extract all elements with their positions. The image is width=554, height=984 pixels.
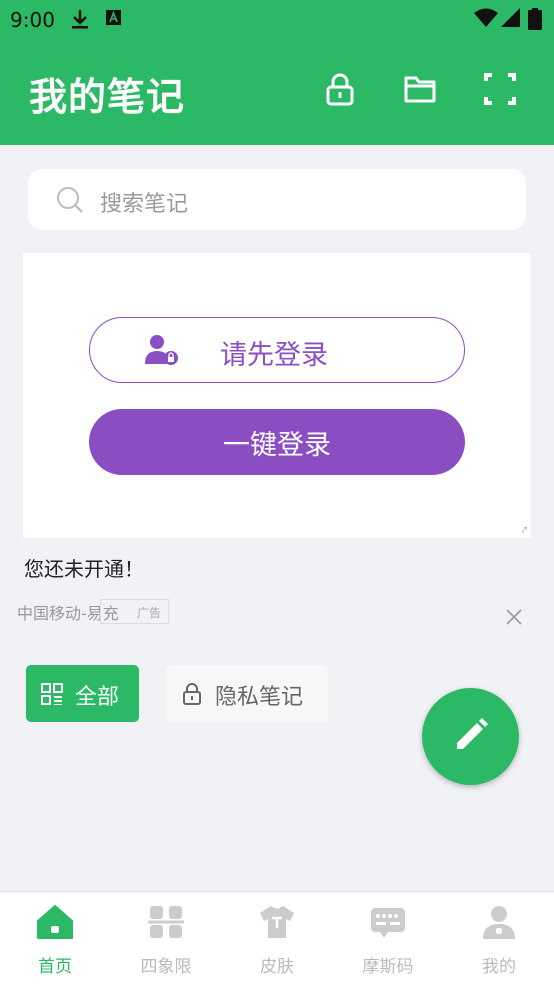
nav-morse[interactable]: 摩斯码 [333,892,443,984]
nav-mine-label: 我的 [482,957,516,977]
folder-icon [403,74,437,108]
morse-icon [370,904,406,944]
nav-mine[interactable]: 我的 [444,892,554,984]
nav-skin-label: 皮肤 [260,957,294,977]
nav-home-label: 首页 [38,957,72,977]
battery-icon [528,8,542,34]
scan-icon [484,73,516,109]
close-ad-icon[interactable] [505,608,523,630]
download-icon [70,8,90,34]
nav-quadrant[interactable]: 四象限 [111,892,221,984]
wifi-icon [474,8,498,32]
tab-private-notes[interactable]: 隐私笔记 [166,665,328,722]
lock-icon [182,682,202,712]
nav-home[interactable]: 首页 [0,892,110,984]
tab-all[interactable]: 全部 [26,665,139,722]
new-note-button[interactable] [422,688,519,785]
grid-icon [41,683,63,711]
app-notification-icon [105,8,123,32]
status-time: 9:00 [10,8,55,32]
lock-icon [324,72,356,110]
login-prompt-label: 请先登录 [220,340,328,371]
nav-quadrant-label: 四象限 [140,957,192,977]
quadrant-icon [148,904,184,944]
subscription-notice: 您还未开通！ [24,557,144,581]
pencil-icon [451,715,491,759]
shirt-icon [259,904,295,944]
user-icon [481,904,517,944]
scan-button[interactable] [480,71,520,111]
search-placeholder: 搜索笔记 [100,192,189,217]
app-bar: 我的笔记 [0,38,554,145]
folder-button[interactable] [400,71,440,111]
search-icon [56,186,84,218]
bottom-navigation: 首页 四象限 皮肤 摩斯码 我的 [0,891,554,984]
home-icon [37,904,73,944]
nav-morse-label: 摩斯码 [362,957,414,977]
nav-skin[interactable]: 皮肤 [222,892,332,984]
ad-tag: 广告 [100,599,169,624]
tab-private-label: 隐私笔记 [215,685,304,710]
tab-all-label: 全部 [75,685,120,710]
signal-icon [501,8,521,32]
search-input[interactable]: 搜索笔记 [28,169,526,230]
ad-banner[interactable]: 请先登录 一键登录 ⤤ [23,253,531,538]
lock-button[interactable] [320,71,360,111]
login-prompt-button[interactable]: 请先登录 [89,317,465,383]
status-bar: 9:00 [0,0,554,38]
page-title: 我的笔记 [29,75,186,119]
ad-corner-mark: ⤤ [521,526,527,536]
user-lock-icon [145,334,179,370]
one-click-login-button[interactable]: 一键登录 [89,409,465,475]
